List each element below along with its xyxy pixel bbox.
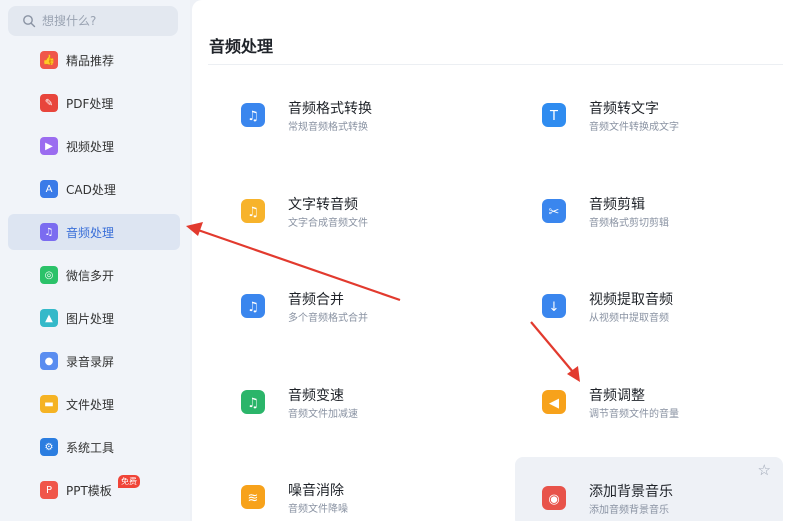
microphone-icon: ● — [40, 352, 58, 370]
tool-card-audio-format-convert[interactable]: ♫ 音频格式转换 常规音频格式转换 — [240, 88, 500, 152]
tool-desc: 音频文件转换成文字 — [589, 122, 679, 133]
sidebar-item-label: PDF处理 — [66, 96, 114, 111]
sidebar-item-video[interactable]: ▶ 视频处理 — [8, 128, 180, 164]
volume-icon: ◀ — [541, 389, 567, 415]
tool-desc: 音频格式剪切剪辑 — [589, 218, 669, 229]
svg-text:♫: ♫ — [247, 300, 259, 315]
sidebar-item-audio[interactable]: ♫ 音频处理 — [8, 214, 180, 250]
tool-title: 音频格式转换 — [288, 101, 372, 117]
tool-title: 文字转音频 — [288, 197, 358, 213]
image-icon: ▲ — [40, 309, 58, 327]
tool-desc: 常规音频格式转换 — [288, 122, 368, 133]
tool-card-audio-merge[interactable]: ♫ 音频合并 多个音频格式合并 — [240, 279, 500, 343]
audio-to-text-icon: T — [541, 102, 567, 128]
sidebar-item-label: 音频处理 — [66, 225, 115, 240]
page-title: 音频处理 — [209, 37, 274, 56]
sidebar-item-label: 录音录屏 — [66, 354, 115, 369]
tool-title: 音频合并 — [288, 292, 344, 308]
ppt-icon: P — [40, 481, 58, 499]
tool-title: 噪音消除 — [288, 483, 344, 499]
audio-convert-icon: ♫ — [240, 102, 266, 128]
tool-desc: 音频文件加减速 — [288, 409, 358, 420]
audio-speed-icon: ♫ — [240, 389, 266, 415]
tool-title: 音频剪辑 — [589, 197, 645, 213]
sidebar-item-system[interactable]: ⚙ 系统工具 — [8, 429, 180, 465]
tool-card-audio-speed[interactable]: ♫ 音频变速 音频文件加减速 — [240, 375, 500, 439]
tool-desc: 添加音频背景音乐 — [589, 505, 669, 516]
sidebar-item-label: 系统工具 — [66, 440, 115, 455]
pdf-icon: ✎ — [40, 94, 58, 112]
search-box[interactable] — [8, 6, 178, 36]
sidebar-item-wechat[interactable]: ◎ 微信多开 — [8, 257, 180, 293]
sidebar-item-label: 图片处理 — [66, 311, 115, 326]
sidebar-item-image[interactable]: ▲ 图片处理 — [8, 300, 180, 336]
sidebar-item-label: CAD处理 — [66, 182, 116, 197]
wechat-icon: ◎ — [40, 266, 58, 284]
sidebar-item-label: PPT模板 — [66, 483, 112, 498]
main-panel: 音频处理 ♫ 音频格式转换 常规音频格式转换 T 音频转文字 音频文件转换成文字… — [192, 0, 791, 521]
sidebar-item-label: 文件处理 — [66, 397, 115, 412]
cad-icon: A — [40, 180, 58, 198]
svg-text:♫: ♫ — [247, 396, 259, 411]
tool-desc: 从视频中提取音频 — [589, 313, 669, 324]
audio-cut-icon: ✂ — [541, 198, 567, 224]
text-to-audio-icon: ♫ — [240, 198, 266, 224]
tool-desc: 音频文件降噪 — [288, 504, 348, 515]
video-extract-audio-icon: ↓ — [541, 293, 567, 319]
svg-text:◉: ◉ — [548, 492, 559, 507]
tool-desc: 调节音频文件的音量 — [589, 409, 679, 420]
free-badge: 免费 — [118, 475, 140, 488]
tool-card-video-extract-audio[interactable]: ↓ 视频提取音频 从视频中提取音频 — [541, 279, 791, 343]
sidebar-item-file[interactable]: ▬ 文件处理 — [8, 386, 180, 422]
svg-text:≋: ≋ — [248, 491, 259, 506]
music-note-icon: ♫ — [40, 223, 58, 241]
tool-title: 添加背景音乐 — [589, 484, 673, 500]
sidebar-item-featured[interactable]: 👍 精品推荐 — [8, 42, 180, 78]
svg-text:T: T — [549, 109, 558, 124]
video-play-icon: ▶ — [40, 137, 58, 155]
audio-merge-icon: ♫ — [240, 293, 266, 319]
tool-card-noise-removal[interactable]: ≋ 噪音消除 音频文件降噪 — [240, 470, 500, 521]
music-disc-icon: ◉ — [541, 485, 567, 511]
svg-text:◀: ◀ — [549, 396, 559, 411]
tool-card-audio-cut[interactable]: ✂ 音频剪辑 音频格式剪切剪辑 — [541, 184, 791, 248]
sidebar-item-label: 精品推荐 — [66, 53, 115, 68]
tool-title: 音频变速 — [288, 388, 344, 404]
noise-removal-icon: ≋ — [240, 484, 266, 510]
folder-icon: ▬ — [40, 395, 58, 413]
favorite-star-icon[interactable]: ☆ — [758, 461, 771, 479]
tool-card-text-to-audio[interactable]: ♫ 文字转音频 文字合成音频文件 — [240, 184, 500, 248]
search-input[interactable] — [42, 14, 162, 28]
sidebar-item-recording[interactable]: ● 录音录屏 — [8, 343, 180, 379]
sidebar-item-label: 微信多开 — [66, 268, 115, 283]
divider — [208, 64, 783, 65]
tool-title: 视频提取音频 — [589, 292, 673, 308]
svg-text:♫: ♫ — [247, 205, 259, 220]
svg-text:✂: ✂ — [549, 205, 560, 220]
tool-desc: 文字合成音频文件 — [288, 218, 368, 229]
sidebar: 👍 精品推荐 ✎ PDF处理 ▶ 视频处理 A CAD处理 ♫ 音频处理 ◎ 微… — [0, 0, 190, 521]
sidebar-item-label: 视频处理 — [66, 139, 115, 154]
thumbs-up-icon: 👍 — [40, 51, 58, 69]
sidebar-item-ppt[interactable]: P PPT模板 免费 — [8, 472, 180, 508]
sidebar-item-pdf[interactable]: ✎ PDF处理 — [8, 85, 180, 121]
gear-icon: ⚙ — [40, 438, 58, 456]
sidebar-nav: 👍 精品推荐 ✎ PDF处理 ▶ 视频处理 A CAD处理 ♫ 音频处理 ◎ 微… — [8, 42, 180, 515]
tool-card-audio-adjust[interactable]: ◀ 音频调整 调节音频文件的音量 — [541, 375, 791, 439]
tool-desc: 多个音频格式合并 — [288, 313, 368, 324]
svg-text:↓: ↓ — [549, 300, 560, 315]
search-icon — [23, 15, 36, 28]
tool-card-audio-to-text[interactable]: T 音频转文字 音频文件转换成文字 — [541, 88, 791, 152]
tool-card-add-bgm[interactable]: ◉ 添加背景音乐 添加音频背景音乐 ☆ — [515, 457, 783, 521]
sidebar-item-cad[interactable]: A CAD处理 — [8, 171, 180, 207]
svg-text:♫: ♫ — [247, 109, 259, 124]
tool-title: 音频转文字 — [589, 101, 659, 117]
tool-title: 音频调整 — [589, 388, 645, 404]
